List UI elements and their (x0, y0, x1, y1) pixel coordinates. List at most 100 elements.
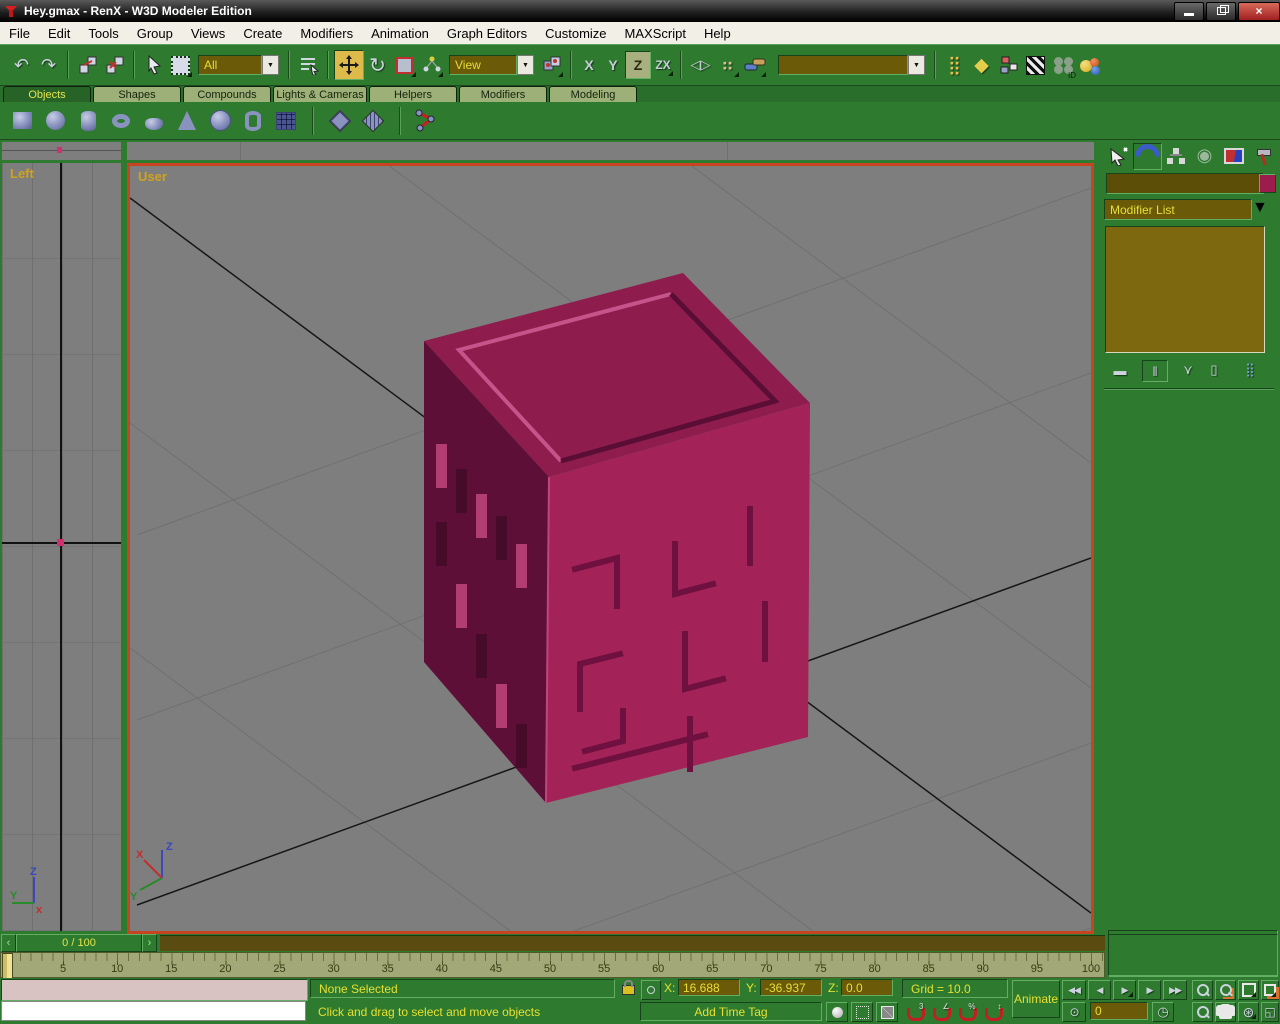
align-icon[interactable] (741, 52, 768, 79)
menu-help[interactable]: Help (695, 24, 740, 43)
select-by-name-icon[interactable] (295, 52, 322, 79)
tab-helpers[interactable]: Helpers (369, 86, 457, 102)
modifier-list-dropdown[interactable]: Modifier List ▼ (1104, 199, 1268, 220)
spinner-snap-icon[interactable]: ↕ (982, 1002, 1005, 1022)
pin-stack-button[interactable]: ▬ (1108, 360, 1132, 380)
undo-icon[interactable]: ↶ (8, 52, 35, 79)
object-color-swatch[interactable] (1259, 174, 1276, 193)
configure-modifier-sets-button[interactable]: ⣿ (1238, 360, 1262, 380)
zoom-button[interactable] (1192, 980, 1213, 1000)
pan-button[interactable] (1215, 1002, 1236, 1022)
tab-modifiers[interactable]: Modifiers (459, 86, 547, 102)
selection-lock-icon[interactable] (620, 980, 636, 998)
absolute-offset-toggle[interactable] (641, 980, 661, 1000)
menu-modifiers[interactable]: Modifiers (291, 24, 362, 43)
manipulate-icon[interactable] (418, 52, 445, 79)
menu-maxscript[interactable]: MAXScript (616, 24, 695, 43)
next-frame-button[interactable]: ▶ (1138, 980, 1161, 1000)
restrict-plane-button[interactable]: ZX (651, 52, 675, 78)
viewport-user-label[interactable]: User (138, 169, 167, 184)
select-and-link-icon[interactable] (74, 52, 101, 79)
chevron-down-icon[interactable]: ▼ (1252, 199, 1268, 220)
tab-compounds[interactable]: Compounds (183, 86, 271, 102)
track-bar[interactable]: 5101520253035404550556065707580859095100 (0, 952, 1105, 978)
snap-3d-icon[interactable]: 3 (904, 1002, 927, 1022)
reference-coordinate-dropdown[interactable]: View ▼ (449, 55, 534, 75)
edged-faces-icon[interactable] (876, 1002, 898, 1022)
close-button[interactable]: × (1238, 2, 1280, 21)
box-primitive-icon[interactable] (10, 109, 34, 133)
menu-file[interactable]: File (0, 24, 39, 43)
unlink-icon[interactable] (101, 52, 128, 79)
tri-patch-icon[interactable] (361, 109, 385, 133)
bone-tool-icon[interactable] (415, 109, 439, 133)
maxscript-mini-listener-white[interactable] (1, 1001, 306, 1021)
zoom-extents-all-button[interactable] (1261, 980, 1279, 1000)
time-slider-track[interactable] (160, 935, 1105, 951)
restore-button[interactable] (1206, 2, 1236, 21)
x-coord-field[interactable]: 16.688 (678, 979, 740, 996)
viewport-top-right-sliver[interactable] (127, 142, 1094, 160)
modifier-stack[interactable] (1105, 226, 1265, 353)
model-box-object[interactable] (424, 273, 810, 803)
hierarchy-tab[interactable] (1162, 143, 1189, 168)
title-bar[interactable]: Hey.gmax - RenX - W3D Modeler Edition × (0, 0, 1280, 22)
tab-objects[interactable]: Objects (3, 86, 91, 102)
torus-primitive-icon[interactable] (109, 109, 133, 133)
material-editor-icon[interactable] (1022, 52, 1049, 79)
menu-views[interactable]: Views (182, 24, 234, 43)
redo-icon[interactable]: ↷ (35, 52, 62, 79)
select-object-icon[interactable] (140, 52, 167, 79)
viewport-left-label[interactable]: Left (10, 166, 34, 181)
snap-toggle-icon[interactable]: ⠶ (714, 52, 741, 79)
cone-primitive-icon[interactable] (175, 109, 199, 133)
render-icon[interactable] (1076, 52, 1103, 79)
rotate-icon[interactable]: ↻ (364, 52, 391, 79)
time-step-back-button[interactable]: ‹ (1, 934, 16, 952)
render-id-icon[interactable]: ID (1049, 52, 1076, 79)
current-frame-field[interactable]: 0 (1090, 1002, 1148, 1020)
maxscript-mini-listener-pink[interactable] (1, 979, 308, 1001)
viewport-top-left-sliver[interactable] (2, 142, 121, 160)
remove-modifier-button[interactable]: ▯ (1202, 360, 1226, 380)
time-step-forward-button[interactable]: › (142, 934, 157, 952)
angle-snap-icon[interactable]: ∠ (930, 1002, 953, 1022)
tab-shapes[interactable]: Shapes (93, 86, 181, 102)
scale-icon[interactable] (391, 52, 418, 79)
key-mode-toggle[interactable]: ⊙ (1062, 1002, 1086, 1022)
shaded-mode-icon[interactable] (826, 1002, 848, 1022)
min-max-toggle-button[interactable]: ◱ (1261, 1002, 1279, 1022)
motion-tab[interactable]: ◉ (1191, 143, 1218, 168)
geosphere-primitive-icon[interactable] (208, 109, 232, 133)
named-selection-dropdown[interactable]: ▼ (778, 55, 925, 75)
chevron-down-icon[interactable]: ▼ (517, 55, 534, 75)
viewport-left[interactable]: Left Z Y x (2, 163, 121, 931)
chevron-down-icon[interactable]: ▼ (908, 55, 925, 75)
select-and-move-button[interactable] (334, 50, 364, 80)
schematic-view-icon[interactable] (995, 52, 1022, 79)
restrict-y-button[interactable]: Y (601, 52, 625, 78)
show-end-result-button[interactable]: ‖ (1142, 360, 1168, 382)
menu-create[interactable]: Create (234, 24, 291, 43)
arc-rotate-button[interactable]: ⊛ (1238, 1002, 1259, 1022)
time-configuration-button[interactable]: ◷ (1152, 1002, 1174, 1022)
sphere-primitive-icon[interactable] (43, 109, 67, 133)
utilities-tab[interactable] (1249, 143, 1276, 168)
add-time-tag-field[interactable]: Add Time Tag (640, 1002, 822, 1021)
selection-region-icon[interactable] (167, 52, 194, 79)
time-slider-handle[interactable]: 0 / 100 (16, 934, 142, 952)
menu-group[interactable]: Group (128, 24, 182, 43)
restrict-x-button[interactable]: X (577, 52, 601, 78)
zoom-extents-button[interactable] (1238, 980, 1259, 1000)
y-coord-field[interactable]: -36.937 (760, 979, 822, 996)
mirror-icon[interactable]: ◁▷ (687, 52, 714, 79)
previous-frame-button[interactable]: ◀ (1088, 980, 1111, 1000)
track-bar-frame-handle[interactable] (2, 953, 13, 979)
plane-primitive-icon[interactable] (274, 109, 298, 133)
display-tab[interactable] (1220, 143, 1247, 168)
use-center-icon[interactable] (538, 52, 565, 79)
tube-primitive-icon[interactable] (241, 109, 265, 133)
z-coord-field[interactable]: 0.0 (841, 979, 893, 996)
teapot-primitive-icon[interactable] (142, 109, 166, 133)
menu-customize[interactable]: Customize (536, 24, 615, 43)
